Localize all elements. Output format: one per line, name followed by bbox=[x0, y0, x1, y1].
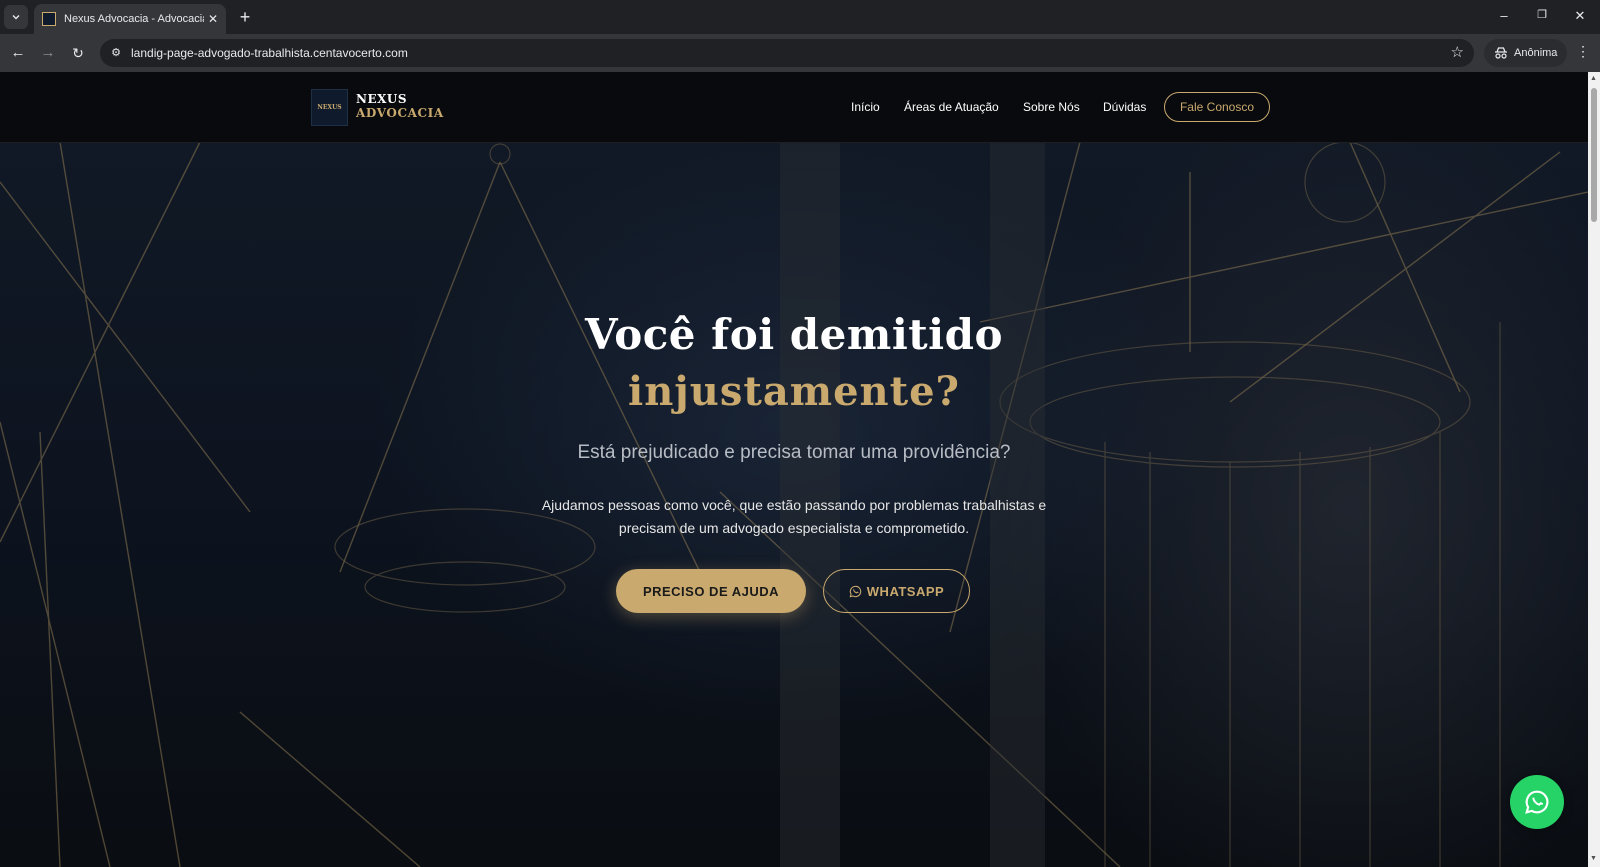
restore-button[interactable]: ❐ bbox=[1532, 8, 1552, 21]
whatsapp-float-button[interactable] bbox=[1510, 775, 1564, 829]
site-info-icon[interactable]: ⚙ bbox=[108, 45, 124, 61]
whatsapp-icon bbox=[849, 585, 861, 597]
profile-button[interactable]: Anônima bbox=[1484, 39, 1568, 67]
browser-toolbar: ← → ↻ ⚙ landig-page-advogado-trabalhista… bbox=[0, 34, 1600, 72]
bookmark-star-icon[interactable]: ☆ bbox=[1451, 43, 1464, 61]
nav-link-inicio[interactable]: Início bbox=[851, 100, 880, 114]
forward-button[interactable]: → bbox=[38, 43, 58, 63]
scroll-down-icon[interactable]: ▼ bbox=[1590, 855, 1597, 862]
browser-tab[interactable]: Nexus Advocacia - Advocacia Tr ✕ bbox=[34, 4, 226, 34]
justice-scales-illustration bbox=[0, 141, 1588, 867]
whatsapp-button[interactable]: WHATSAPP bbox=[823, 569, 970, 613]
tab-search-button[interactable] bbox=[4, 5, 28, 29]
nav-link-sobre[interactable]: Sobre Nós bbox=[1023, 100, 1080, 114]
profile-label: Anônima bbox=[1514, 47, 1558, 59]
more-menu-icon[interactable]: ⋮ bbox=[1576, 43, 1590, 60]
chevron-down-icon bbox=[12, 15, 20, 20]
page-viewport: NEXUS NEXUS ADVOCACIA Início Áreas de At… bbox=[0, 72, 1588, 867]
site-header: NEXUS NEXUS ADVOCACIA Início Áreas de At… bbox=[0, 72, 1588, 143]
reload-button[interactable]: ↻ bbox=[68, 43, 88, 63]
whatsapp-icon bbox=[1525, 790, 1549, 814]
close-tab-icon[interactable]: ✕ bbox=[208, 12, 218, 26]
browser-tabstrip: Nexus Advocacia - Advocacia Tr ✕ + – ❐ ✕ bbox=[0, 0, 1600, 34]
logo-icon[interactable]: NEXUS bbox=[311, 89, 348, 126]
hero-subtitle: Está prejudicado e precisa tomar uma pro… bbox=[577, 442, 1011, 463]
logo-name[interactable]: NEXUS bbox=[356, 92, 407, 106]
nav-link-duvidas[interactable]: Dúvidas bbox=[1103, 100, 1146, 114]
new-tab-button[interactable]: + bbox=[234, 6, 256, 28]
hero-title-line2: injustamente? bbox=[628, 368, 960, 415]
nav-link-areas[interactable]: Áreas de Atuação bbox=[904, 100, 999, 114]
tab-title: Nexus Advocacia - Advocacia Tr bbox=[64, 13, 204, 25]
help-button[interactable]: PRECISO DE AJUDA bbox=[616, 569, 806, 613]
whatsapp-button-label: WHATSAPP bbox=[866, 583, 945, 599]
url-text: landig-page-advogado-trabalhista.centavo… bbox=[131, 46, 408, 60]
favicon-icon bbox=[42, 12, 56, 26]
logo-subtitle[interactable]: ADVOCACIA bbox=[356, 106, 444, 120]
scroll-up-icon[interactable]: ▲ bbox=[1590, 75, 1597, 82]
minimize-button[interactable]: – bbox=[1494, 8, 1514, 23]
hero-title-line1: Você foi demitido bbox=[584, 310, 1004, 359]
back-button[interactable]: ← bbox=[8, 43, 28, 63]
scroll-thumb[interactable] bbox=[1591, 88, 1597, 222]
page-scrollbar[interactable]: ▲ ▼ bbox=[1588, 72, 1600, 867]
logo-mark-text: NEXUS bbox=[317, 104, 342, 111]
address-bar[interactable]: ⚙ landig-page-advogado-trabalhista.centa… bbox=[100, 39, 1474, 67]
close-window-button[interactable]: ✕ bbox=[1570, 8, 1590, 24]
contact-button[interactable]: Fale Conosco bbox=[1164, 92, 1270, 122]
hero-description: Ajudamos pessoas como você, que estão pa… bbox=[541, 497, 1047, 536]
incognito-icon bbox=[1495, 47, 1507, 59]
